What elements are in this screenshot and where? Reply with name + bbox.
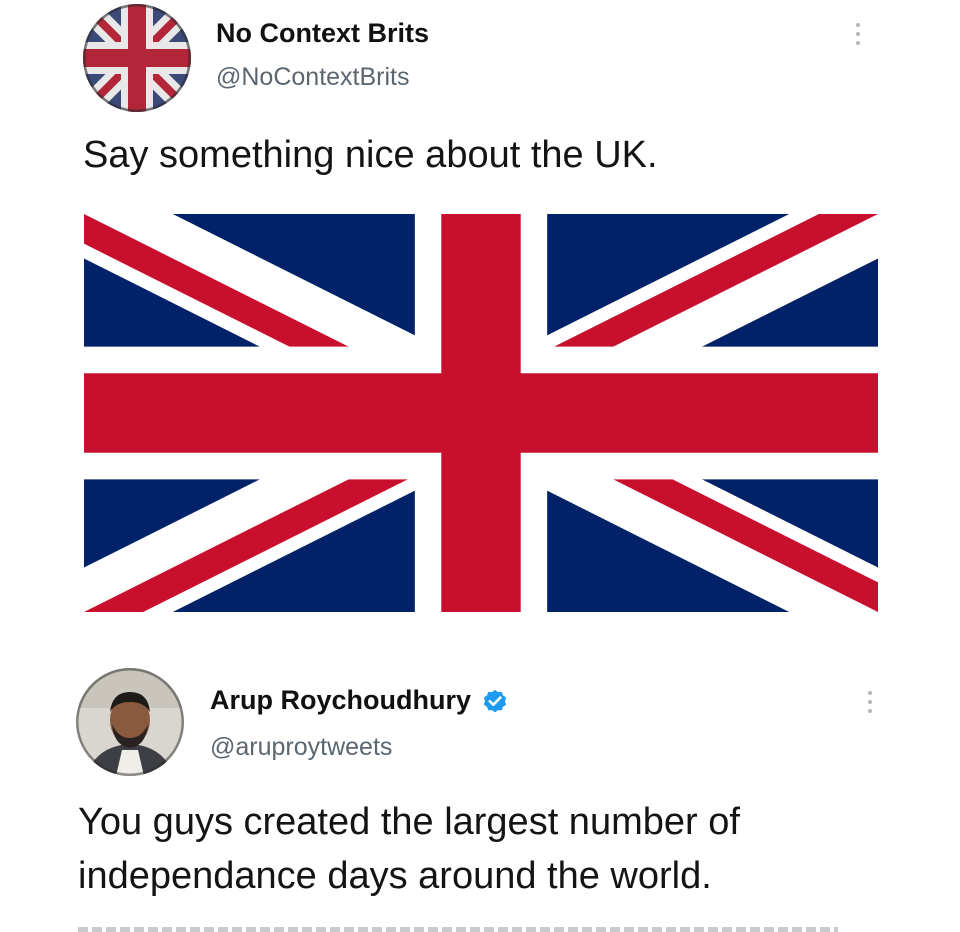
tweet-text: You guys created the largest number of i… (78, 795, 740, 903)
user-handle[interactable]: @NoContextBrits (216, 63, 410, 92)
person-photo-avatar-icon (76, 668, 184, 776)
display-name[interactable]: Arup Roychoudhury (210, 685, 471, 716)
union-jack-flag-image[interactable] (84, 214, 878, 612)
tweet-text: Say something nice about the UK. (83, 134, 658, 176)
tweet-text-line-2: independance days around the world. (78, 855, 712, 897)
truncated-content-divider (78, 927, 838, 932)
user-handle[interactable]: @aruproytweets (210, 733, 392, 762)
more-options-button[interactable] (858, 685, 882, 719)
tweet-text-line-1: You guys created the largest number of (78, 801, 740, 843)
more-options-button[interactable] (846, 17, 870, 51)
display-name-row[interactable]: Arup Roychoudhury (210, 685, 509, 716)
more-vertical-icon (868, 691, 872, 695)
more-vertical-icon (856, 23, 860, 27)
more-dot (856, 41, 860, 45)
display-name[interactable]: No Context Brits (216, 18, 429, 49)
verified-badge-icon (483, 689, 507, 712)
more-dot (868, 700, 872, 704)
avatar-no-context-brits[interactable] (83, 4, 191, 112)
union-jack-avatar-icon (83, 4, 191, 112)
more-dot (868, 709, 872, 713)
tweet-original[interactable]: No Context Brits @NoContextBrits Say som… (0, 0, 960, 640)
avatar-arup-roychoudhury[interactable] (76, 668, 184, 776)
tweet-reply[interactable]: Arup Roychoudhury @aruproytweets You guy… (0, 655, 960, 932)
more-dot (856, 32, 860, 36)
